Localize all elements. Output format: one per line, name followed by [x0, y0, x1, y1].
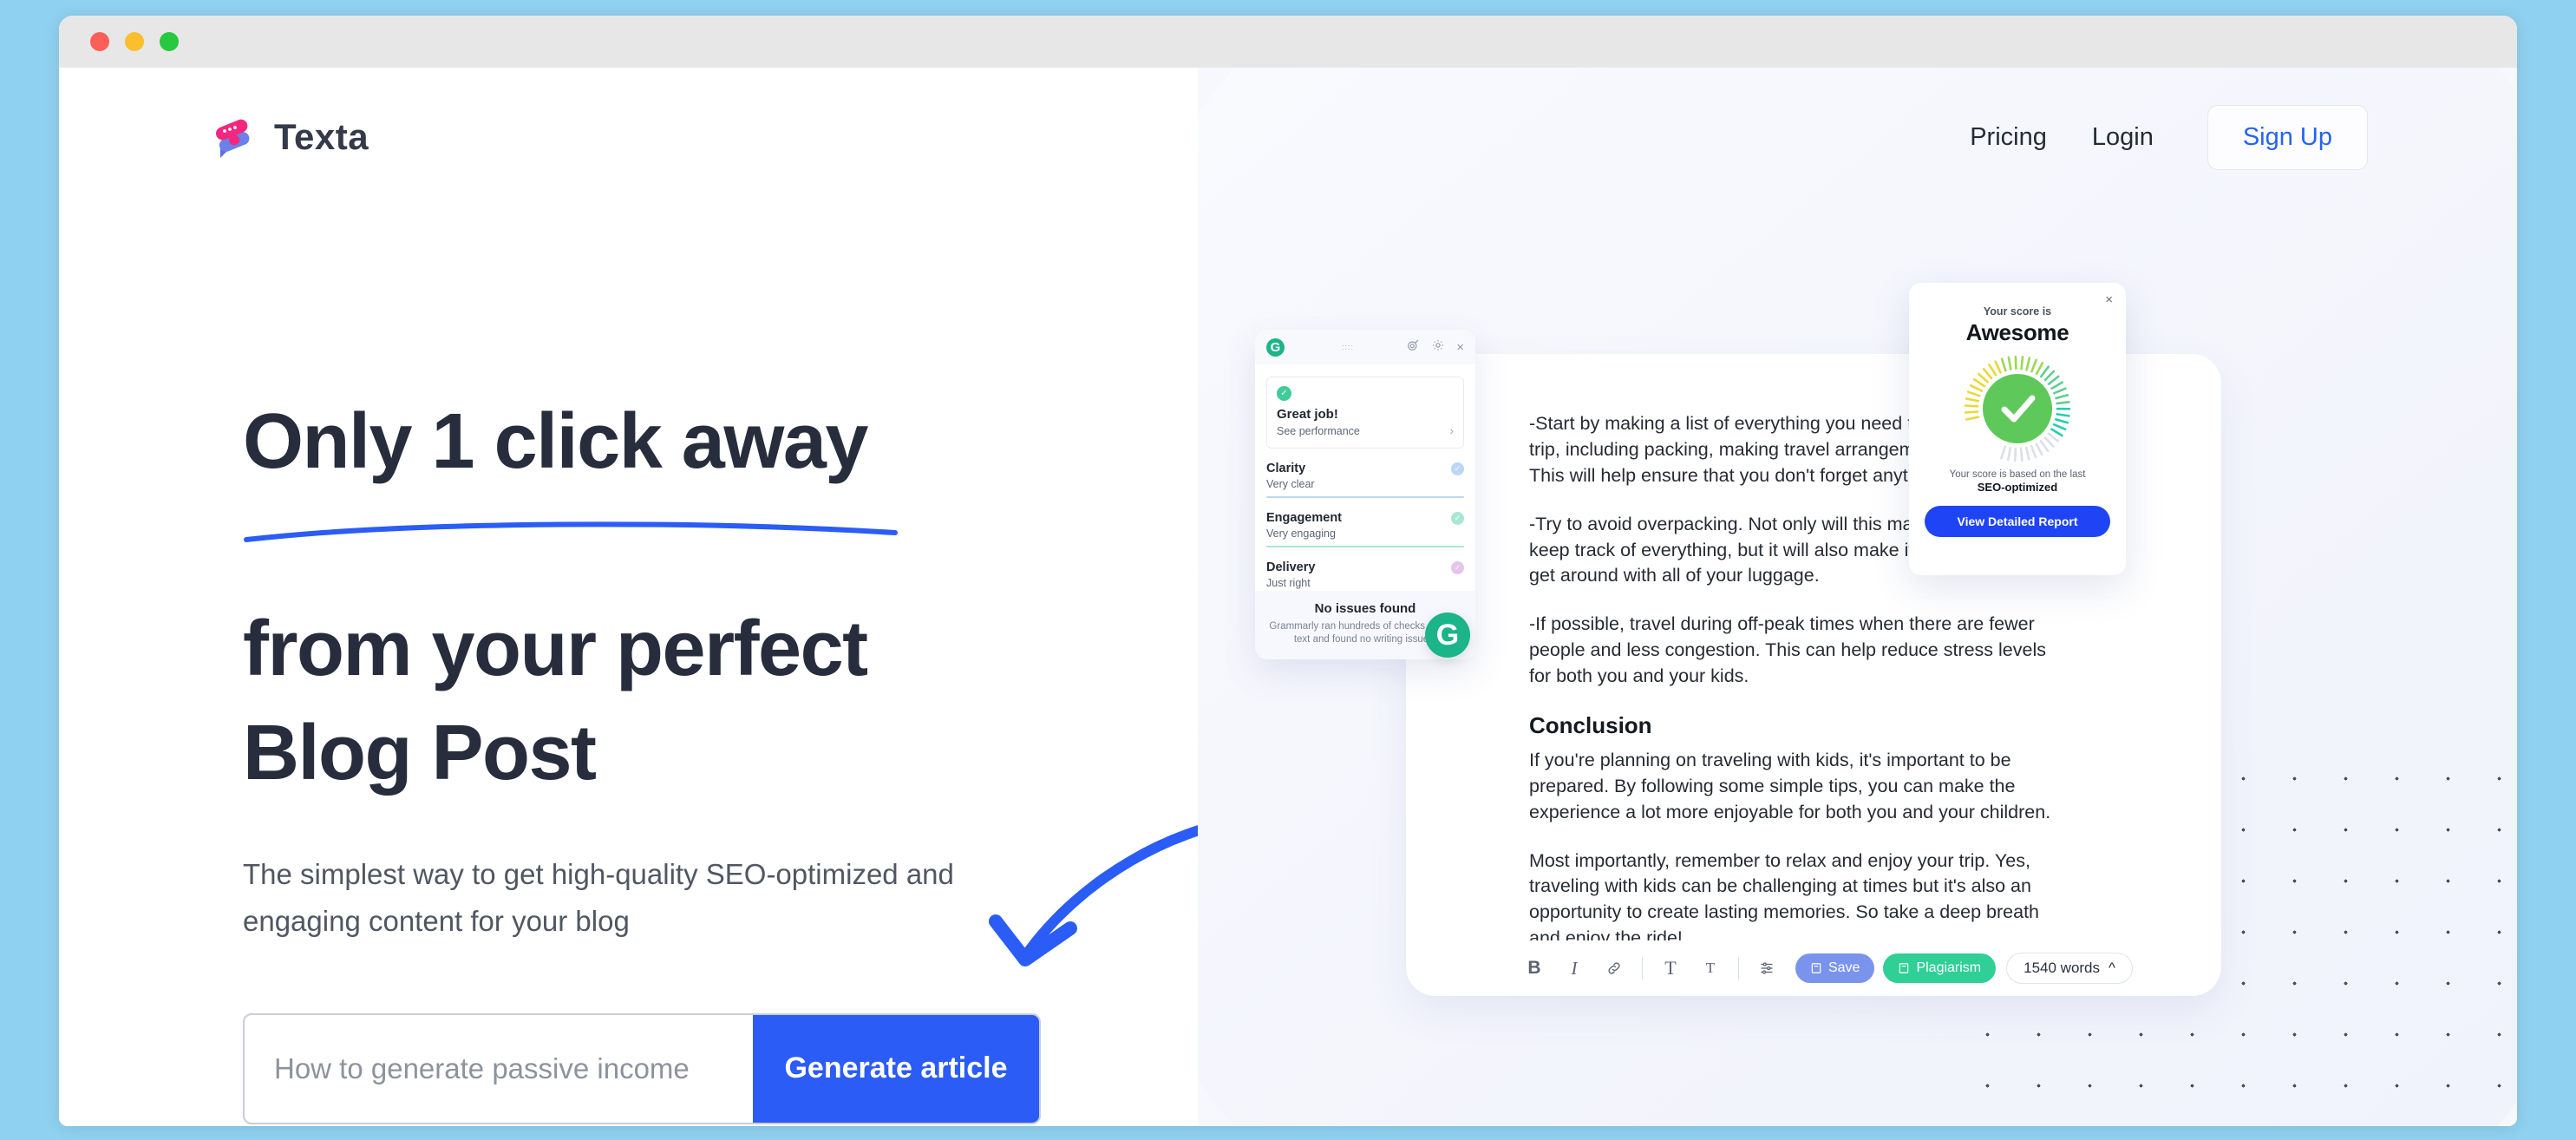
score-basis-bold: SEO-optimized [1977, 481, 2058, 494]
toolbar-divider [1641, 957, 1643, 979]
article-paragraph: If you're planning on traveling with kid… [1529, 749, 2051, 822]
grammarly-floating-badge[interactable]: G [1425, 613, 1470, 658]
metric-clarity: Clarity ✓ Very clear [1266, 462, 1464, 498]
editor-toolbar: B I T T Save Plagiarism 1540 words ^ [1406, 940, 2221, 996]
page-title: Only 1 click away from your perfect Blog… [243, 390, 1162, 806]
close-icon[interactable]: × [1456, 340, 1464, 355]
see-performance-row[interactable]: See performance › [1277, 424, 1454, 437]
browser-titlebar [59, 16, 2517, 68]
score-kicker: Your score is [1983, 305, 2052, 318]
check-icon: ✓ [1451, 511, 1464, 525]
nav-item-login[interactable]: Login [2069, 123, 2176, 152]
seo-score-card: × Your score is Awesome Your score is ba… [1909, 283, 2126, 575]
check-icon: ✓ [1451, 560, 1464, 574]
grammarly-assistant-panel: G :::: × ✓ Great job! See performance › … [1255, 330, 1475, 659]
chevron-up-icon: ^ [2109, 960, 2115, 976]
italic-icon[interactable]: I [1554, 953, 1594, 983]
brand-name: Texta [274, 116, 369, 157]
document-icon [1899, 963, 1909, 973]
view-detailed-report-button[interactable]: View Detailed Report [1925, 506, 2110, 537]
metric-bar [1266, 496, 1464, 498]
grammarly-panel-body: ✓ Great job! See performance › Clarity ✓… [1255, 364, 1475, 597]
save-label: Save [1827, 960, 1860, 975]
no-issues-title: No issues found [1314, 600, 1416, 616]
top-navigation: Texta Pricing Login Sign Up [59, 68, 2517, 206]
title-underline-decoration [244, 521, 898, 542]
metric-value: Very clear [1266, 478, 1315, 490]
bold-icon[interactable]: B [1514, 953, 1554, 983]
brand-logo[interactable]: Texta [206, 111, 369, 163]
document-icon [1811, 963, 1821, 973]
hero-subtitle: The simplest way to get high-quality SEO… [243, 857, 954, 938]
metric-name: Clarity [1266, 462, 1306, 475]
score-basis: Your score is based on the last SEO-opti… [1925, 469, 2110, 494]
target-icon[interactable] [1406, 338, 1420, 357]
heading-large-icon[interactable]: T [1651, 953, 1690, 983]
plagiarism-label: Plagiarism [1916, 960, 1982, 975]
nav-links: Pricing Login Sign Up [1947, 104, 2368, 170]
word-count-dropdown[interactable]: 1540 words ^ [2006, 953, 2133, 984]
gear-icon[interactable] [1431, 338, 1445, 357]
toolbar-divider [1737, 957, 1739, 979]
texta-logo-icon [206, 111, 258, 163]
hero-title-line-1: Only 1 click away [243, 398, 868, 485]
metric-bar [1266, 546, 1464, 547]
metric-value: Just right [1266, 577, 1311, 589]
window-minimize-button[interactable] [125, 32, 144, 51]
check-icon: ✓ [1277, 386, 1291, 401]
landing-page: Only 1 click away from your perfect Blog… [59, 68, 2517, 1126]
generate-form: Generate article [243, 1012, 1041, 1124]
drag-handle-icon[interactable]: :::: [1342, 343, 1354, 351]
article-paragraph: Most importantly, remember to relax and … [1529, 849, 2040, 949]
sign-up-button[interactable]: Sign Up [2207, 104, 2368, 170]
hero-right-pane: -Start by making a list of everything yo… [1198, 68, 2517, 1126]
score-dial [1952, 355, 2082, 462]
score-title: Awesome [1965, 319, 2069, 345]
close-icon[interactable]: × [2105, 292, 2113, 307]
metric-name: Engagement [1266, 511, 1343, 525]
link-icon[interactable] [1594, 953, 1634, 983]
grammarly-panel-header: G :::: × [1255, 330, 1475, 364]
score-dial-svg [1964, 355, 2071, 462]
plagiarism-button[interactable]: Plagiarism [1883, 953, 1997, 983]
performance-summary-card[interactable]: ✓ Great job! See performance › [1266, 377, 1464, 449]
chevron-right-icon: › [1449, 424, 1454, 437]
article-conclusion-heading: Conclusion [1529, 711, 1652, 738]
topic-input[interactable] [245, 1014, 753, 1123]
score-basis-text: Your score is based on the last [1949, 469, 2086, 480]
article-paragraph: -If possible, travel during off-peak tim… [1529, 613, 2046, 686]
metric-value: Very engaging [1266, 527, 1336, 540]
save-button[interactable]: Save [1795, 953, 1875, 983]
word-count-label: 1540 words [2024, 960, 2101, 976]
hero-left-pane: Only 1 click away from your perfect Blog… [59, 68, 1239, 1126]
check-icon: ✓ [1451, 462, 1464, 475]
hero-section: Only 1 click away from your perfect Blog… [243, 390, 1239, 1124]
sliders-icon[interactable] [1747, 953, 1787, 983]
generate-article-button[interactable]: Generate article [753, 1014, 1039, 1123]
hero-title-line-2: from your perfect [243, 606, 868, 693]
grammarly-logo-icon: G [1266, 337, 1285, 357]
window-maximize-button[interactable] [160, 32, 179, 51]
heading-small-icon[interactable]: T [1690, 953, 1730, 983]
see-performance-label: See performance [1277, 424, 1360, 437]
nav-item-pricing[interactable]: Pricing [1947, 123, 2069, 152]
browser-window: Only 1 click away from your perfect Blog… [59, 16, 2517, 1126]
metric-name: Delivery [1266, 560, 1316, 574]
great-job-title: Great job! [1277, 407, 1338, 422]
window-close-button[interactable] [90, 32, 109, 51]
metric-engagement: Engagement ✓ Very engaging [1266, 511, 1464, 547]
hero-title-line-3: Blog Post [243, 710, 597, 797]
